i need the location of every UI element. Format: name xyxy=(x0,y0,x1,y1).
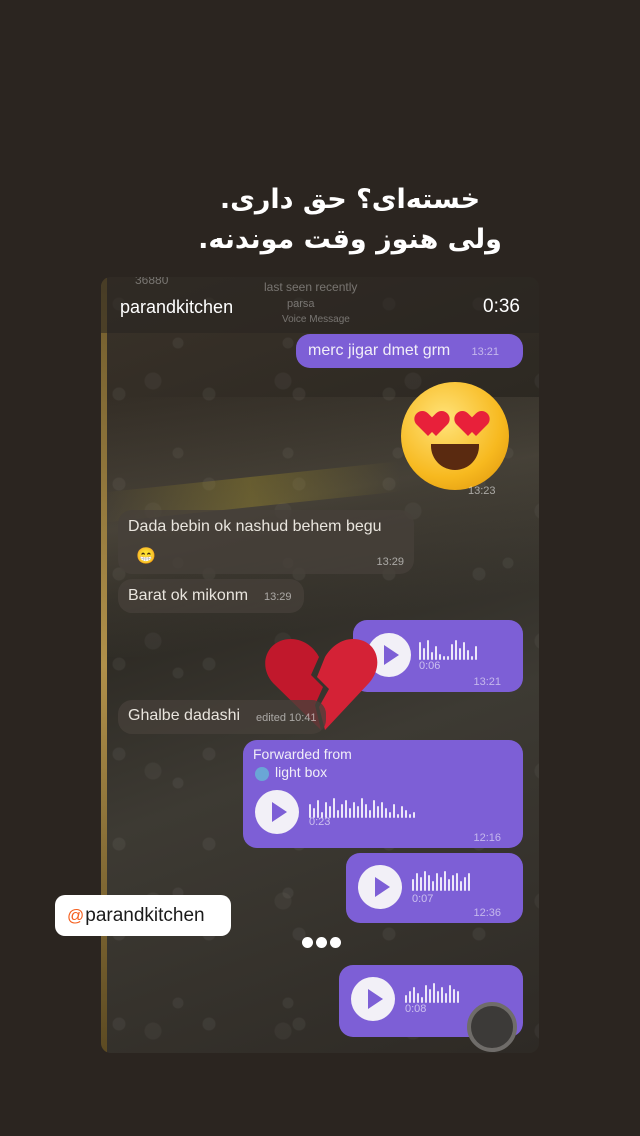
forwarded-source[interactable]: light box xyxy=(275,764,327,780)
voice-duration: 0:23 xyxy=(309,816,331,828)
threads-mention-sticker[interactable]: @ parandkitchen xyxy=(55,895,231,936)
voice-waveform xyxy=(419,636,477,660)
message-in-text[interactable]: Dada bebin ok nashud behem begu 😁 13:29 xyxy=(118,510,414,574)
contact-sub: Voice Message xyxy=(282,314,350,325)
message-forwarded-voice[interactable]: Forwarded from light box 0:23 12:16 xyxy=(243,740,523,848)
assistive-touch-button[interactable] xyxy=(467,1002,517,1052)
message-out-text[interactable]: merc jigar dmet grm 13:21 xyxy=(296,334,523,368)
play-icon[interactable] xyxy=(351,977,395,1021)
voice-waveform xyxy=(412,867,470,891)
message-time: 13:21 xyxy=(473,676,501,688)
source-avatar-icon xyxy=(255,767,269,781)
message-text: Dada bebin ok nashud behem begu xyxy=(128,518,382,535)
video-handle: parandkitchen xyxy=(120,297,234,317)
phone-edge-left xyxy=(101,277,107,1053)
grin-emoji-icon: 😁 xyxy=(136,548,156,565)
message-in-text[interactable]: Barat ok mikonm 13:29 xyxy=(118,579,304,613)
message-time: 13:29 xyxy=(264,591,292,603)
pause-dots-icon[interactable] xyxy=(302,937,341,948)
voice-duration: 0:08 xyxy=(405,1003,427,1015)
play-icon[interactable] xyxy=(255,790,299,834)
message-time: 12:16 xyxy=(473,832,501,844)
message-text: Barat ok mikonm xyxy=(128,587,249,604)
back-count: 36880 xyxy=(135,277,169,287)
message-time: 13:21 xyxy=(471,346,499,358)
voice-duration: 0:06 xyxy=(419,660,441,672)
threads-icon: @ xyxy=(67,905,85,925)
caption-line-2: ولی هنوز وقت موندنه. xyxy=(198,224,502,255)
forwarded-label: Forwarded from xyxy=(253,746,352,762)
contact-status: last seen recently xyxy=(264,280,358,294)
play-icon[interactable] xyxy=(358,865,402,909)
message-time: edited 10:41 xyxy=(256,712,317,724)
heart-eye-right-icon xyxy=(461,412,491,438)
sticker-time: 13:23 xyxy=(468,485,496,497)
smile-mouth xyxy=(431,444,479,470)
message-time: 13:29 xyxy=(376,556,404,568)
tag-label: parandkitchen xyxy=(85,904,205,926)
story-caption: خسته‌ای؟ حق داری. ولی هنوز وقت موندنه. xyxy=(0,180,640,260)
message-time: 12:36 xyxy=(473,907,501,919)
message-out-voice[interactable]: 0:07 12:36 xyxy=(346,853,523,923)
heart-eye-left-icon xyxy=(421,412,451,438)
voice-duration: 0:07 xyxy=(412,893,434,905)
heart-eyes-emoji-icon xyxy=(401,382,509,490)
voice-waveform xyxy=(309,794,415,818)
message-text: merc jigar dmet grm xyxy=(308,342,451,359)
contact-name: parsa xyxy=(287,298,315,310)
caption-line-1: خسته‌ای؟ حق داری. xyxy=(219,184,481,215)
video-timer: 0:36 xyxy=(483,296,520,317)
message-in-text[interactable]: Ghalbe dadashi edited 10:41 xyxy=(118,700,326,734)
voice-waveform xyxy=(405,979,459,1003)
message-text: Ghalbe dadashi xyxy=(128,707,241,724)
